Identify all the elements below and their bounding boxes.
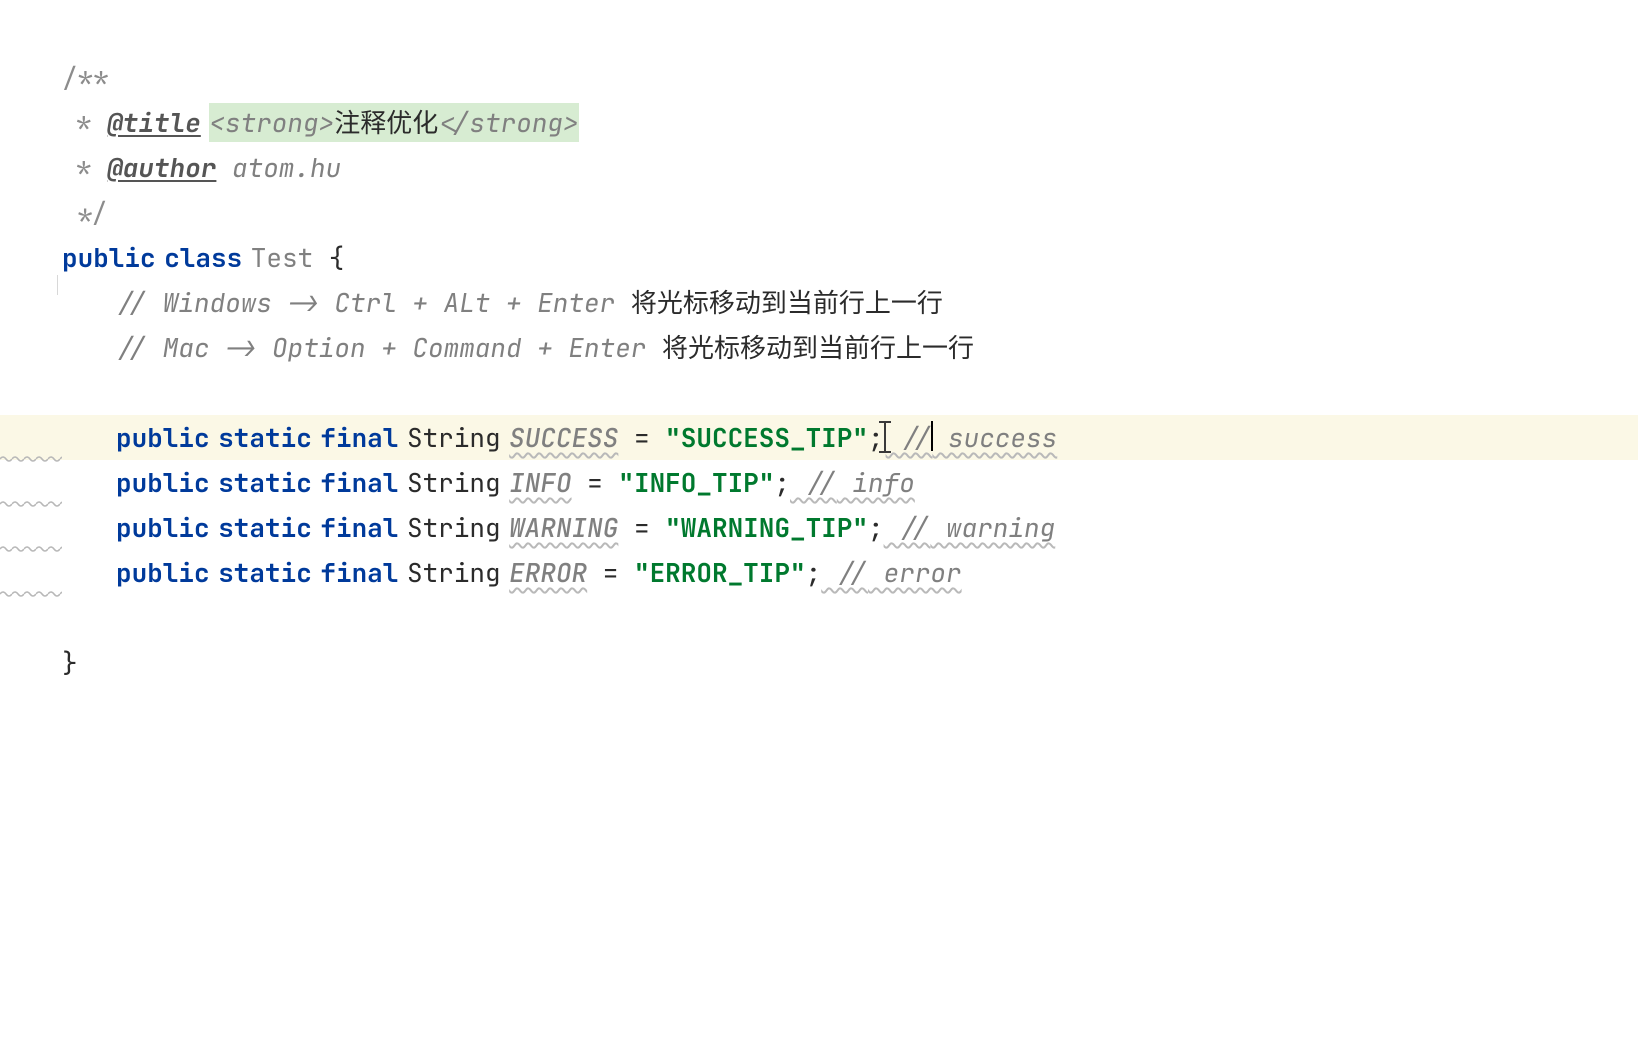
const-info: INFO xyxy=(509,465,571,500)
blank-line[interactable] xyxy=(62,595,1638,640)
comment-inline: // error xyxy=(821,555,961,590)
const-warning: WARNING xyxy=(509,510,618,545)
doc-author-line[interactable]: * @author atom.hu xyxy=(62,145,1638,190)
indent-guide xyxy=(57,275,58,295)
blank-line[interactable] xyxy=(62,370,1638,415)
doc-tag-author: @author xyxy=(107,150,216,185)
field-warning-line[interactable]: publicstaticfinalStringWARNING = "WARNIN… xyxy=(62,505,1638,550)
doc-close[interactable]: */ xyxy=(62,190,1638,235)
field-error-line[interactable]: publicstaticfinalStringERROR = "ERROR_TI… xyxy=(62,550,1638,595)
doc-author-name: atom.hu xyxy=(216,150,341,185)
const-error: ERROR xyxy=(509,555,587,590)
comment-mac[interactable]: // Mac -> Option + Command + Enter 将光标移动… xyxy=(62,325,1638,370)
doc-open[interactable]: /** xyxy=(62,55,1638,100)
class-decl[interactable]: publicclassTest { xyxy=(62,235,1638,280)
class-close[interactable]: } xyxy=(62,640,1638,685)
strong-open-tag: <strong> xyxy=(209,103,334,142)
class-name: Test xyxy=(251,240,313,275)
comment-inline: // info xyxy=(790,465,915,500)
comment-inline: // success xyxy=(886,420,1058,455)
field-info-line[interactable]: publicstaticfinalStringINFO = "INFO_TIP"… xyxy=(62,460,1638,505)
doc-title-line[interactable]: * @title<strong>注释优化</strong> xyxy=(62,100,1638,145)
field-success-line[interactable]: publicstaticfinalStringSUCCESS = "SUCCES… xyxy=(0,415,1638,460)
doc-tag-title: @title xyxy=(107,105,201,140)
doc-title-text: 注释优化 xyxy=(334,103,438,142)
strong-close-tag: </strong> xyxy=(438,103,578,142)
ibeam-cursor-icon xyxy=(884,421,886,453)
comment-inline: // warning xyxy=(884,510,1056,545)
comment-windows[interactable]: // Windows -> Ctrl + ALt + Enter 将光标移动到当… xyxy=(62,280,1638,325)
const-success: SUCCESS xyxy=(509,420,618,455)
